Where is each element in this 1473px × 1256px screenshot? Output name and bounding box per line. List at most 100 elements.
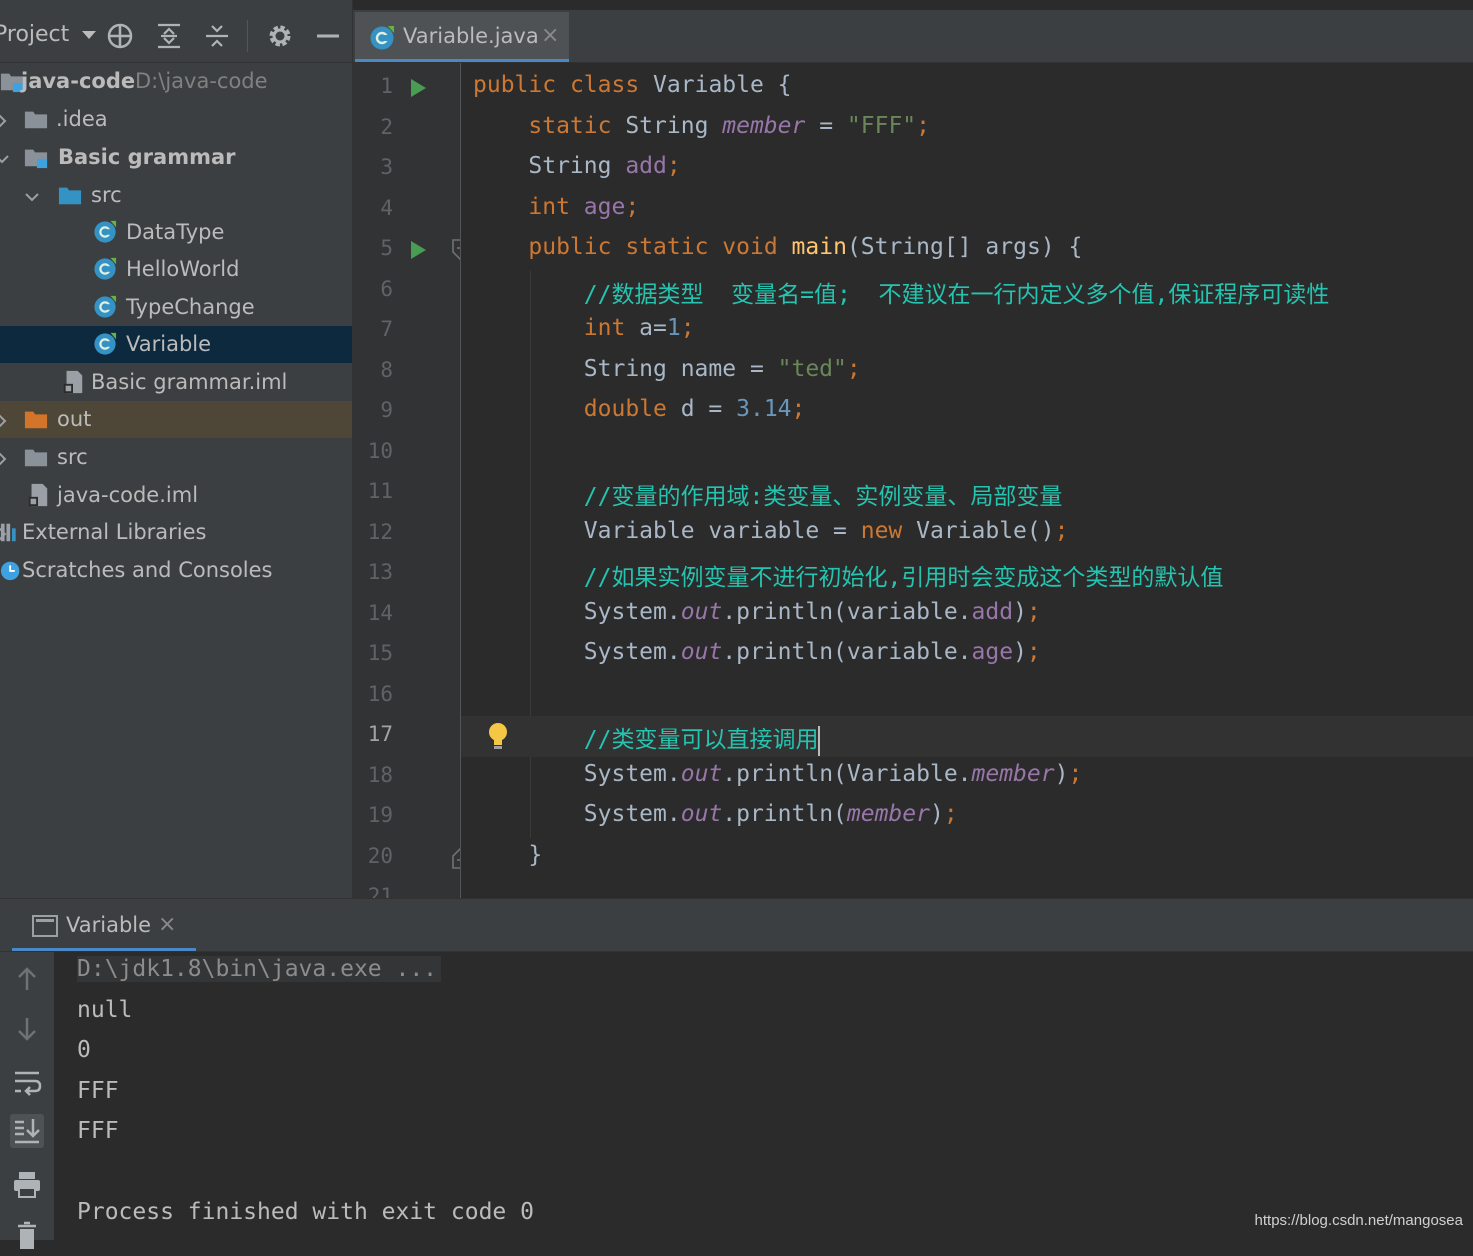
run-tab-variable[interactable]: Variable × — [12, 901, 196, 951]
tree-item-path-hint: D:\java-code — [135, 69, 268, 93]
code-line[interactable]: int a=1; — [461, 311, 1473, 352]
code-token: ; — [1054, 517, 1069, 544]
project-view-selector[interactable]: Project — [0, 22, 97, 47]
chevron-down-icon[interactable] — [0, 148, 10, 164]
code-line[interactable]: System.out.println(member); — [461, 797, 1473, 838]
tree-item[interactable]: HelloWorld — [0, 251, 352, 288]
close-icon[interactable]: × — [541, 23, 559, 48]
tree-item[interactable]: src — [0, 177, 352, 214]
code-token: a= — [625, 315, 667, 341]
chevron-right-icon[interactable] — [0, 448, 10, 466]
tree-item[interactable]: Basic grammar — [0, 139, 352, 176]
code-line[interactable]: //数据类型 变量名=值; 不建议在一行内定义多个值,保证程序可读性 — [461, 271, 1473, 312]
tree-item-label: DataType — [126, 220, 225, 244]
close-icon[interactable]: × — [158, 912, 176, 937]
gear-icon[interactable] — [266, 22, 294, 50]
tree-item[interactable]: java-code.iml — [0, 477, 352, 514]
print-icon[interactable] — [10, 1167, 44, 1201]
code-token: = — [805, 112, 847, 139]
run-icon[interactable] — [408, 240, 428, 260]
console-command-line[interactable]: D:\jdk1.8\bin\java.exe ... — [77, 956, 442, 982]
tree-item[interactable]: Scratches and Consoles — [0, 552, 352, 589]
code-line[interactable]: Variable variable = new Variable(); — [461, 514, 1473, 555]
collapse-all-icon[interactable] — [203, 22, 231, 50]
code-line[interactable] — [461, 878, 1473, 898]
chevron-right-icon[interactable] — [0, 410, 10, 428]
down-arrow-icon[interactable] — [10, 1012, 44, 1046]
code-line[interactable]: //变量的作用域:类变量、实例变量、局部变量 — [461, 473, 1473, 514]
tree-item[interactable]: .idea — [0, 101, 352, 138]
code-line[interactable]: String add; — [461, 149, 1473, 190]
code-token: .println(variable. — [722, 598, 972, 625]
code-token: void — [722, 234, 778, 260]
run-toolbar — [0, 952, 54, 1249]
scroll-to-end-icon[interactable] — [10, 1114, 44, 1148]
code-line[interactable]: //如果实例变量不进行初始化,引用时会变成这个类型的默认值 — [461, 554, 1473, 595]
editor-tab-bar: Variable.java × — [353, 10, 1473, 63]
tree-item[interactable]: DataType — [0, 214, 352, 251]
code-token: //数据类型 变量名=值; 不建议在一行内定义多个值,保证程序可读性 — [583, 281, 1330, 308]
locate-icon[interactable] — [106, 22, 134, 50]
chevron-right-icon[interactable] — [0, 110, 10, 128]
tree-item-label: Variable — [126, 332, 212, 356]
tree-item-label: .idea — [56, 107, 108, 131]
code-text: //类变量可以直接调用 — [473, 720, 821, 756]
editor-gutter: 1 2 3 4 5 6 7 8 9 10 11 12 13 14 15 16 17 18 19 20 21 — [353, 63, 461, 898]
trash-icon[interactable] — [10, 1218, 44, 1252]
code-line[interactable]: } — [461, 838, 1473, 879]
code-line[interactable]: double d = 3.14; — [461, 392, 1473, 433]
code-token: "ted" — [777, 355, 847, 382]
code-token: d = — [666, 396, 737, 422]
code-line[interactable]: public static void main(String[] args) { — [461, 230, 1473, 271]
code-token: out — [680, 801, 723, 827]
up-arrow-icon[interactable] — [10, 962, 44, 996]
code-line[interactable]: static String member = "FFF"; — [461, 109, 1473, 150]
tree-item[interactable]: java-code D:\java-code — [0, 63, 352, 100]
editor-tab-variable-java[interactable]: Variable.java × — [355, 12, 569, 62]
code-line[interactable]: System.out.println(variable.age); — [461, 635, 1473, 676]
code-token: out — [680, 639, 723, 665]
java-class-icon — [93, 295, 119, 319]
code-line[interactable] — [461, 676, 1473, 717]
chevron-down-icon[interactable] — [24, 186, 40, 202]
code-editor[interactable]: public class Variable { static String me… — [461, 63, 1473, 898]
code-text: System.out.println(variable.age); — [473, 639, 1041, 665]
tree-item[interactable]: TypeChange — [0, 289, 352, 326]
code-token: ) — [929, 801, 944, 827]
code-line[interactable]: int age; — [461, 190, 1473, 231]
source-folder-icon — [58, 183, 84, 207]
lightbulb-icon[interactable] — [487, 722, 509, 750]
code-token: ; — [1026, 598, 1041, 625]
tree-item[interactable]: Basic grammar.iml — [0, 364, 352, 401]
code-line[interactable]: public class Variable { — [461, 68, 1473, 109]
expand-all-icon[interactable] — [155, 22, 183, 50]
soft-wrap-icon[interactable] — [10, 1065, 44, 1099]
code-token: int — [583, 315, 626, 341]
hide-icon[interactable] — [314, 22, 342, 50]
code-token: static — [625, 234, 709, 260]
code-line[interactable]: System.out.println(variable.add); — [461, 595, 1473, 636]
code-text: public static void main(String[] args) { — [473, 234, 1082, 260]
tree-item-label: Basic grammar — [58, 145, 236, 169]
run-icon[interactable] — [408, 78, 428, 98]
tree-item[interactable]: out — [0, 401, 352, 438]
line-number: 11 — [367, 479, 393, 503]
code-token: ; — [846, 355, 861, 382]
code-line[interactable]: System.out.println(Variable.member); — [461, 757, 1473, 798]
tree-item[interactable]: src — [0, 439, 352, 476]
code-token: ; — [916, 112, 931, 139]
code-line[interactable]: String name = "ted"; — [461, 352, 1473, 393]
run-tab-label: Variable — [66, 913, 152, 937]
tree-item[interactable]: Variable — [0, 326, 352, 363]
code-token: add — [971, 598, 1014, 625]
code-line[interactable]: //类变量可以直接调用 — [461, 716, 1473, 757]
line-number: 7 — [380, 317, 393, 341]
line-number: 17 — [367, 722, 393, 746]
code-line[interactable] — [461, 433, 1473, 474]
tree-item[interactable]: External Libraries — [0, 514, 352, 551]
console-output[interactable]: D:\jdk1.8\bin\java.exe ... null 0 FFF FFF Pro… — [54, 952, 1473, 1240]
